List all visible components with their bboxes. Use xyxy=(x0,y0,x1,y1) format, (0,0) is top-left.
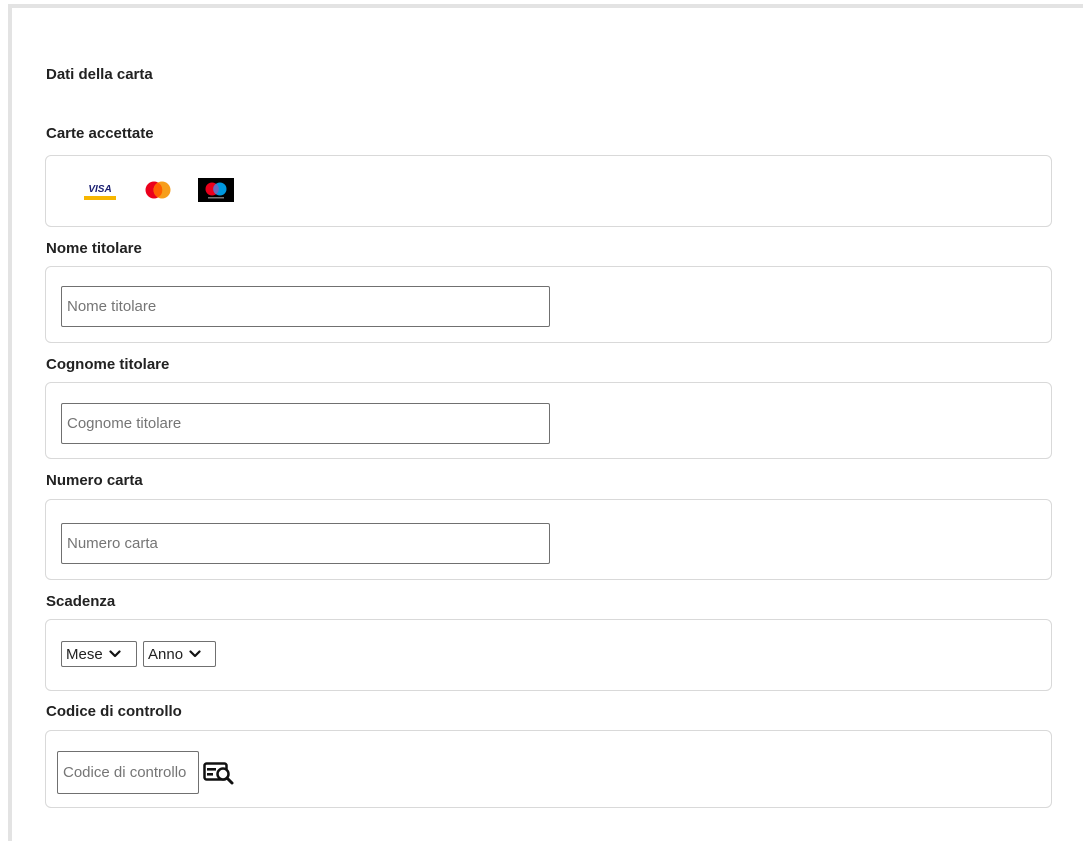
holder-name-box xyxy=(45,266,1052,343)
holder-surname-input[interactable] xyxy=(61,403,550,444)
visa-logo-text: VISA xyxy=(88,184,111,195)
expiry-year-value: Anno xyxy=(148,645,184,663)
mastercard-logo xyxy=(142,178,174,207)
cvv-input[interactable] xyxy=(57,751,199,794)
page-frame-top xyxy=(8,4,1083,8)
card-logos: VISA xyxy=(82,177,234,207)
expiry-year-select[interactable]: Anno xyxy=(143,641,216,667)
maestro-logo xyxy=(198,177,234,207)
holder-surname-label: Cognome titolare xyxy=(46,356,170,373)
expiry-month-value: Mese xyxy=(66,645,103,663)
card-cvv-search-icon[interactable] xyxy=(203,762,235,791)
holder-name-label: Nome titolare xyxy=(46,240,142,257)
expiry-label: Scadenza xyxy=(46,593,116,610)
cvv-label: Codice di controllo xyxy=(46,703,182,720)
chevron-down-icon xyxy=(189,650,201,658)
holder-name-input[interactable] xyxy=(61,286,550,327)
chevron-down-icon xyxy=(109,650,121,658)
card-number-label: Numero carta xyxy=(46,472,143,489)
expiry-month-select[interactable]: Mese xyxy=(61,641,137,667)
card-number-input[interactable] xyxy=(61,523,550,564)
visa-logo: VISA xyxy=(82,178,118,207)
section-title: Dati della carta xyxy=(46,66,153,83)
card-number-box xyxy=(45,499,1052,580)
expiry-box: Mese Anno xyxy=(45,619,1052,691)
accepted-cards-box: VISA xyxy=(45,155,1052,227)
cvv-box xyxy=(45,730,1052,808)
holder-surname-box xyxy=(45,382,1052,459)
accepted-cards-label: Carte accettate xyxy=(46,125,154,142)
page-frame-left xyxy=(8,4,12,841)
